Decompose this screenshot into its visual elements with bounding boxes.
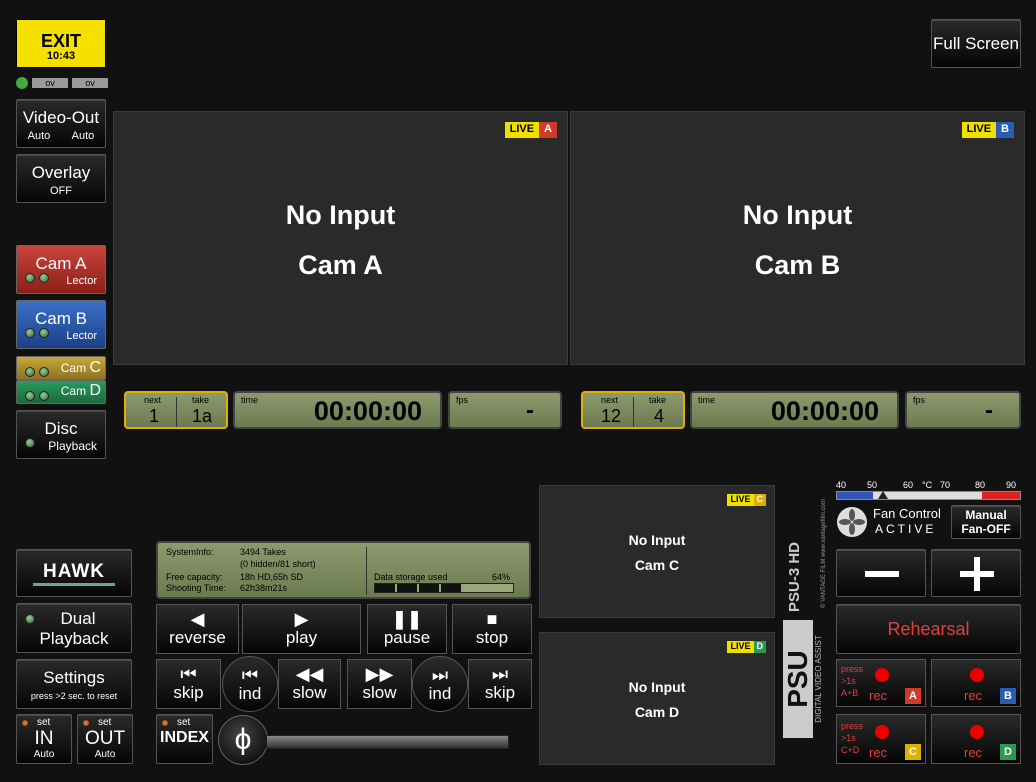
exit-button[interactable]: EXIT 10:43 [16, 19, 106, 68]
skip-back-button[interactable]: ⏮ skip [156, 659, 221, 709]
pause-icon: ❚❚ [391, 609, 423, 629]
status-row: ov ov [16, 76, 108, 90]
disc-playback-button[interactable]: Disc Playback [16, 410, 106, 459]
index-back-button[interactable]: ⏮ ind [222, 656, 278, 712]
minus-button[interactable] [836, 549, 926, 597]
stop-icon: ■ [486, 609, 498, 629]
stop-button[interactable]: ■ stop [452, 604, 532, 654]
timecode-b: time 00:00:00 [690, 391, 899, 429]
video-view-cam-a[interactable]: LIVE A No Input Cam A [113, 111, 568, 365]
set-out-button[interactable]: set OUT Auto [77, 714, 133, 764]
index-forward-icon: ⏭ [431, 665, 449, 685]
take-counter-b[interactable]: next take 12 4 [581, 391, 685, 429]
led-icon [25, 390, 35, 401]
storage-bar [374, 583, 514, 593]
take-counter-a[interactable]: next take 1 1a [124, 391, 228, 429]
brand-web: © VANTAGE FILM www.vantagefilm.com [821, 499, 827, 608]
record-icon [875, 725, 889, 739]
led-icon [39, 390, 50, 401]
plus-button[interactable] [931, 549, 1021, 597]
led-icon [39, 272, 50, 283]
reverse-icon: ◀ [190, 609, 205, 629]
live-badge: LIVE D [727, 641, 766, 653]
reverse-button[interactable]: ◀ reverse [156, 604, 239, 654]
index-back-icon: ⏮ [241, 665, 259, 685]
led-icon [25, 614, 35, 624]
led-icon [161, 719, 169, 727]
fullscreen-button[interactable]: Full Screen [931, 19, 1021, 68]
dual-playback-button[interactable]: Dual Playback [16, 603, 132, 653]
slow-forward-button[interactable]: ▶▶ slow [347, 659, 412, 709]
fps-b: fps - [905, 391, 1021, 429]
led-icon [39, 366, 50, 377]
led-icon [25, 366, 35, 377]
ov-indicator-2: ov [72, 78, 108, 88]
rec-a-button[interactable]: press >1s A+B rec A [836, 659, 926, 707]
led-icon [25, 272, 35, 283]
video-out-button[interactable]: Video-Out Auto Auto [16, 99, 106, 148]
rec-b-button[interactable]: rec B [931, 659, 1021, 707]
system-info-panel: SystemInfo: 3494 Takes (0 hidden/81 shor… [156, 541, 531, 599]
power-icon [16, 77, 28, 89]
video-view-cam-c[interactable]: LIVE C No Input Cam C [539, 485, 775, 618]
record-icon [970, 668, 984, 682]
skip-forward-button[interactable]: ⏭ skip [468, 659, 532, 709]
cam-c-button[interactable]: Cam C [16, 356, 106, 380]
rec-d-button[interactable]: rec D [931, 714, 1021, 764]
skip-forward-icon: ⏭ [491, 664, 509, 684]
play-button[interactable]: ▶ play [242, 604, 361, 654]
rehearsal-button[interactable]: Rehearsal [836, 604, 1021, 654]
ov-indicator-1: ov [32, 78, 68, 88]
timecode-a: time 00:00:00 [233, 391, 442, 429]
slow-forward-icon: ▶▶ [365, 664, 394, 684]
set-in-button[interactable]: set IN Auto [16, 714, 72, 764]
led-icon [39, 327, 50, 338]
video-view-cam-d[interactable]: LIVE D No Input Cam D [539, 632, 775, 765]
hawk-button[interactable]: HAWK [16, 549, 132, 597]
fps-a: fps - [448, 391, 562, 429]
record-icon [875, 668, 889, 682]
slow-back-button[interactable]: ◀◀ slow [278, 659, 341, 709]
set-index-button[interactable]: set INDEX [156, 714, 213, 764]
live-badge: LIVE A [504, 122, 557, 138]
record-icon [970, 725, 984, 739]
temperature-pointer-icon [878, 491, 888, 499]
skip-back-icon: ⏮ [180, 664, 197, 684]
settings-button[interactable]: Settings press >2 sec. to reset [16, 659, 132, 709]
pause-button[interactable]: ❚❚ pause [367, 604, 447, 654]
temperature-scale: 40 50 60 °C 70 80 90 [836, 480, 1021, 504]
led-icon [82, 719, 90, 727]
shuttle-slider[interactable] [266, 735, 509, 749]
cam-b-button[interactable]: Cam B Lector [16, 300, 106, 349]
index-forward-button[interactable]: ⏭ ind [412, 656, 468, 712]
video-view-cam-b[interactable]: LIVE B No Input Cam B [570, 111, 1025, 365]
psu-logo: PSU DIGITAL VIDEO ASSIST [782, 608, 833, 738]
cam-a-button[interactable]: Cam A Lector [16, 245, 106, 294]
led-icon [25, 437, 35, 448]
overlay-button[interactable]: Overlay OFF [16, 154, 106, 203]
live-badge: LIVE B [961, 122, 1014, 138]
jog-knob[interactable]: ϕ [218, 715, 268, 765]
play-icon: ▶ [294, 609, 309, 629]
slow-back-icon: ◀◀ [295, 664, 324, 684]
minus-icon [865, 571, 899, 577]
brand-psu3: PSU-3 HD [786, 541, 803, 612]
live-badge: LIVE C [727, 494, 766, 506]
cam-d-button[interactable]: Cam D [16, 380, 106, 404]
led-icon [21, 719, 29, 727]
fan-icon [837, 507, 867, 537]
led-icon [25, 327, 35, 338]
rec-c-button[interactable]: press >1s C+D rec C [836, 714, 926, 764]
manual-fan-off-button[interactable]: Manual Fan-OFF [951, 505, 1021, 539]
storage-bar-fill [375, 584, 464, 592]
